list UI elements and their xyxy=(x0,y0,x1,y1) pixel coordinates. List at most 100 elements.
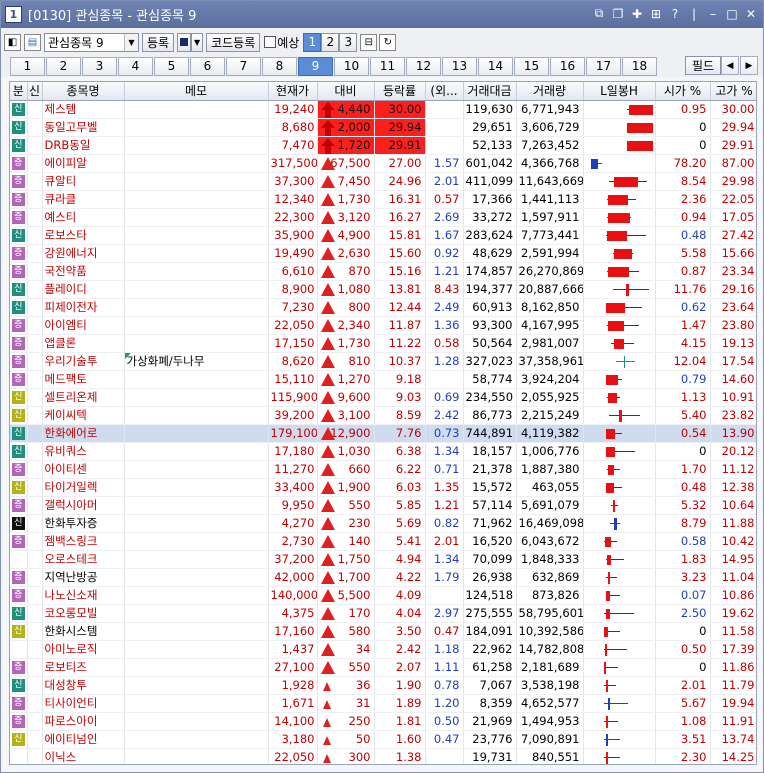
memo-cell[interactable] xyxy=(124,154,269,173)
table-row[interactable]: 증 에이피알 317,500 67,500 27.00 1.57 601,042 4,366,… xyxy=(10,154,756,173)
tab-12[interactable]: 12 xyxy=(406,56,441,76)
list-icon[interactable]: ▤ xyxy=(24,33,41,51)
stock-name[interactable]: 한화투자증 xyxy=(42,514,125,533)
stock-name[interactable]: 이닉스 xyxy=(42,748,125,764)
table-row[interactable]: 아미노로직 1,437 34 2.42 1.18 22,962 14,782,808 0.50… xyxy=(10,640,756,659)
tab-prev-icon[interactable]: ◀ xyxy=(721,56,739,75)
table-row[interactable]: 증 젬백스링크 2,730 140 5.41 2.01 16,520 6,043,672 0.5… xyxy=(10,532,756,551)
help-icon[interactable]: ? xyxy=(667,5,683,22)
column-header[interactable]: 등락률 xyxy=(374,82,426,101)
stock-name[interactable]: 아이티센 xyxy=(42,460,125,479)
stock-name[interactable]: DRB동일 xyxy=(42,136,125,155)
tab-2[interactable]: 2 xyxy=(46,56,81,76)
table-row[interactable]: 신 코오롱모빌 4,375 170 4.04 2.97 275,555 58,795,601 2… xyxy=(10,604,756,623)
column-header[interactable]: (외... xyxy=(425,82,464,101)
tab-7[interactable]: 7 xyxy=(226,56,261,76)
stock-name[interactable]: 코오롱모빌 xyxy=(42,604,125,623)
table-row[interactable]: 증 큐라클 12,340 1,730 16.31 0.57 17,366 1,441,113 2… xyxy=(10,190,756,209)
column-header[interactable]: 메모 xyxy=(124,82,269,101)
table-row[interactable]: 증 파로스아이 14,100 250 1.81 0.50 21,969 1,494,953 1.… xyxy=(10,712,756,731)
memo-cell[interactable] xyxy=(124,298,269,317)
table-row[interactable]: 이닉스 22,050 300 1.38 19,731 840,551 2.30 14.25 xyxy=(10,748,756,764)
grid-icon[interactable]: ⊞ xyxy=(648,5,664,22)
table-row[interactable]: 증 티사이언티 1,671 31 1.89 1.20 8,359 4,652,577 5.67 1… xyxy=(10,694,756,713)
table-row[interactable]: 증 우리기술투 가상화폐/두나무 8,620 810 10.37 1.28 327,023 37… xyxy=(10,352,756,371)
memo-cell[interactable] xyxy=(124,118,269,137)
table-row[interactable]: 증 메드팩토 15,110 1,270 9.18 58,774 3,924,204 0.79 1… xyxy=(10,370,756,389)
tab-4[interactable]: 4 xyxy=(118,56,153,76)
stock-name[interactable]: 타이거일렉 xyxy=(42,478,125,497)
stock-name[interactable]: 젬백스링크 xyxy=(42,532,125,551)
page-button-3[interactable]: 3 xyxy=(339,32,358,52)
memo-cell[interactable] xyxy=(124,640,269,659)
table-row[interactable]: 오로스테크 37,200 1,750 4.94 1.34 70,099 1,848,333 1… xyxy=(10,550,756,569)
memo-cell[interactable] xyxy=(124,532,269,551)
stock-name[interactable]: 큐라클 xyxy=(42,190,125,209)
table-row[interactable]: 신 동일고무벨 8,680 2,000 29.94 29,651 3,606,729 0 29.… xyxy=(10,118,756,137)
memo-cell[interactable] xyxy=(124,658,269,677)
tab-1[interactable]: 1 xyxy=(10,56,45,76)
code-register-button[interactable]: 코드등록 xyxy=(206,32,261,52)
tab-10[interactable]: 10 xyxy=(334,56,369,76)
tab-6[interactable]: 6 xyxy=(190,56,225,76)
group-select[interactable]: 관심종목 9 ▼ xyxy=(44,32,139,52)
stock-name[interactable]: 큐알티 xyxy=(42,172,125,191)
table-row[interactable]: 증 아이엠티 22,050 2,340 11.87 1.36 93,300 4,167,995… xyxy=(10,316,756,335)
table-row[interactable]: 신 플레이디 8,900 1,080 13.81 8.43 194,377 20,887,66… xyxy=(10,280,756,299)
stock-name[interactable]: 파로스아이 xyxy=(42,712,125,731)
close-icon[interactable]: ✕ xyxy=(743,5,759,22)
table-row[interactable]: 신 대성창투 1,928 36 1.90 0.78 7,067 3,538,198 2.01 11… xyxy=(10,676,756,695)
minimize-icon[interactable]: – xyxy=(705,5,721,22)
table-row[interactable]: 증 아이티센 11,270 660 6.22 0.71 21,378 1,887,380 1.7… xyxy=(10,460,756,479)
table-row[interactable]: 신 한화에어로 179,100 12,900 7.76 0.73 744,891 4,119,… xyxy=(10,424,756,443)
stock-name[interactable]: 강원에너지 xyxy=(42,244,125,263)
watchlist-grid[interactable]: 분 신 종목명 메모 현재가 대비 등락률 (외... 거래대금 거래량 L일봉H 시가 % 고가 % … xyxy=(9,81,757,765)
tab-11[interactable]: 11 xyxy=(370,56,405,76)
column-header[interactable]: 현재가 xyxy=(268,82,318,101)
stock-name[interactable]: 에이티넘인 xyxy=(42,730,125,749)
memo-cell[interactable] xyxy=(124,424,269,443)
stock-name[interactable]: 로보스타 xyxy=(42,226,125,245)
table-row[interactable]: 증 앱클론 17,150 1,730 11.22 0.58 50,564 2,981,007 4… xyxy=(10,334,756,353)
table-row[interactable]: 신 타이거일렉 33,400 1,900 6.03 1.35 15,572 463,055 0.… xyxy=(10,478,756,497)
table-row[interactable]: 증 나노신소재 140,000 5,500 4.09 124,518 873,826 0.07… xyxy=(10,586,756,605)
memo-cell[interactable] xyxy=(124,496,269,515)
stock-name[interactable]: 로보티즈 xyxy=(42,658,125,677)
memo-cell[interactable] xyxy=(124,334,269,353)
memo-cell[interactable] xyxy=(124,478,269,497)
table-row[interactable]: 증 국전약품 6,610 870 15.16 1.21 174,857 26,270,869 0… xyxy=(10,262,756,281)
column-header[interactable]: 대비 xyxy=(317,82,375,101)
memo-cell[interactable] xyxy=(124,100,269,119)
memo-cell[interactable] xyxy=(124,460,269,479)
register-button[interactable]: 등록 xyxy=(142,32,175,52)
stock-name[interactable]: 메드팩토 xyxy=(42,370,125,389)
stock-name[interactable]: 제스템 xyxy=(42,100,125,119)
memo-cell[interactable] xyxy=(124,316,269,335)
tab-9[interactable]: 9 xyxy=(298,56,333,76)
table-row[interactable]: 증 강원에너지 19,490 2,630 15.60 0.92 48,629 2,591,99… xyxy=(10,244,756,263)
stock-name[interactable]: 한화에어로 xyxy=(42,424,125,443)
tab-18[interactable]: 18 xyxy=(622,56,657,76)
memo-cell[interactable] xyxy=(124,262,269,281)
stock-name[interactable]: 에이피알 xyxy=(42,154,125,173)
column-header[interactable]: 시가 % xyxy=(655,82,711,101)
table-row[interactable]: 신 제스템 19,240 4,440 30.00 119,630 6,771,943 0.95… xyxy=(10,100,756,119)
stock-name[interactable]: 티사이언티 xyxy=(42,694,125,713)
memo-cell[interactable] xyxy=(124,622,269,641)
table-row[interactable]: 신 셀트리온제 115,900 9,600 9.03 0.69 234,550 2,055,9… xyxy=(10,388,756,407)
tab-14[interactable]: 14 xyxy=(478,56,513,76)
stock-name[interactable]: 오로스테크 xyxy=(42,550,125,569)
column-header[interactable]: 거래대금 xyxy=(463,82,517,101)
tab-8[interactable]: 8 xyxy=(262,56,297,76)
stock-name[interactable]: 아미노로직 xyxy=(42,640,125,659)
page-button-2[interactable]: 2 xyxy=(321,32,340,52)
memo-cell[interactable] xyxy=(124,226,269,245)
table-row[interactable]: 신 케이씨텍 39,200 3,100 8.59 2.42 86,773 2,215,249 5… xyxy=(10,406,756,425)
memo-cell[interactable] xyxy=(124,388,269,407)
table-row[interactable]: 증 지역난방공 42,000 1,700 4.22 1.79 26,938 632,869 3.… xyxy=(10,568,756,587)
table-row[interactable]: 신 로보스타 35,900 4,900 15.81 1.67 283,624 7,773,44… xyxy=(10,226,756,245)
memo-cell[interactable] xyxy=(124,370,269,389)
table-row[interactable]: 신 한화시스템 17,160 580 3.50 0.47 184,091 10,392,586… xyxy=(10,622,756,641)
memo-cell[interactable]: 가상화폐/두나무 xyxy=(124,352,269,371)
table-row[interactable]: 증 로보티즈 27,100 550 2.07 1.11 61,258 2,181,689 0 11… xyxy=(10,658,756,677)
